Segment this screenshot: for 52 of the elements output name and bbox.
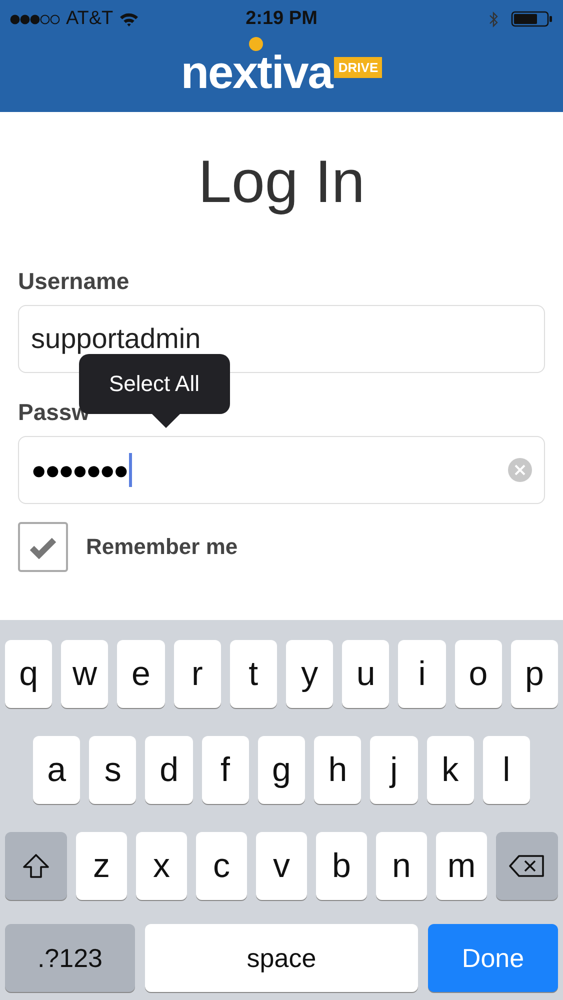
letter-key[interactable]: f [202, 736, 249, 804]
letter-key[interactable]: q [4, 640, 52, 708]
letter-key[interactable]: n [376, 832, 427, 900]
letter-key[interactable]: r [174, 640, 221, 708]
letter-key[interactable]: g [258, 736, 306, 804]
letter-key[interactable]: h [314, 736, 362, 804]
letter-key[interactable]: b [316, 832, 367, 900]
delete-icon [508, 854, 546, 878]
page-title: Log In [197, 152, 366, 212]
letter-key[interactable]: j [370, 736, 418, 804]
checkmark-icon [29, 535, 57, 559]
shift-key[interactable] [5, 832, 67, 900]
field-label: Username [18, 268, 130, 295]
letter-key[interactable]: x [136, 832, 187, 900]
field-value: ●●●●●●● [31, 454, 127, 486]
letter-key[interactable]: w [61, 640, 108, 708]
signal-icon [10, 14, 60, 24]
letter-key[interactable]: m [436, 832, 487, 900]
status-time: 2:19 PM [246, 8, 318, 30]
logo-wordmark: nextiva [180, 49, 332, 95]
letter-key[interactable]: u [342, 640, 390, 708]
letter-key[interactable]: y [286, 640, 334, 708]
logo-dot-icon [248, 37, 263, 51]
logo-badge: DRIVE [334, 56, 382, 78]
letter-key[interactable]: v [256, 832, 307, 900]
letter-key[interactable]: i [398, 640, 446, 708]
shift-icon [22, 853, 50, 879]
space-key[interactable]: space [145, 924, 418, 992]
letter-key[interactable]: t [230, 640, 277, 708]
wifi-icon [119, 12, 140, 26]
done-key[interactable]: Done [428, 924, 558, 992]
letter-key[interactable]: k [426, 736, 474, 804]
carrier-name: AT&T [66, 8, 114, 30]
menu-pointer [152, 414, 180, 428]
field-value: supportadmin [31, 323, 201, 355]
checkbox[interactable] [18, 522, 68, 572]
letter-key[interactable]: c [196, 832, 247, 900]
letter-key[interactable]: d [145, 736, 193, 804]
delete-key[interactable] [496, 832, 558, 900]
letter-key[interactable]: o [454, 640, 502, 708]
letter-key[interactable]: p [510, 640, 558, 708]
numbers-key[interactable]: .?123 [5, 924, 135, 992]
letter-key[interactable]: z [76, 832, 127, 900]
letter-key[interactable]: e [117, 640, 165, 708]
text-cursor [128, 453, 132, 487]
input-field[interactable]: ●●●●●●● [18, 436, 545, 504]
bluetooth-icon [489, 10, 499, 28]
letter-key[interactable]: a [33, 736, 80, 804]
letter-key[interactable]: s [89, 736, 136, 804]
letter-key[interactable]: l [482, 736, 530, 804]
checkbox-label: Remember me [86, 534, 238, 560]
battery-icon [511, 11, 553, 27]
